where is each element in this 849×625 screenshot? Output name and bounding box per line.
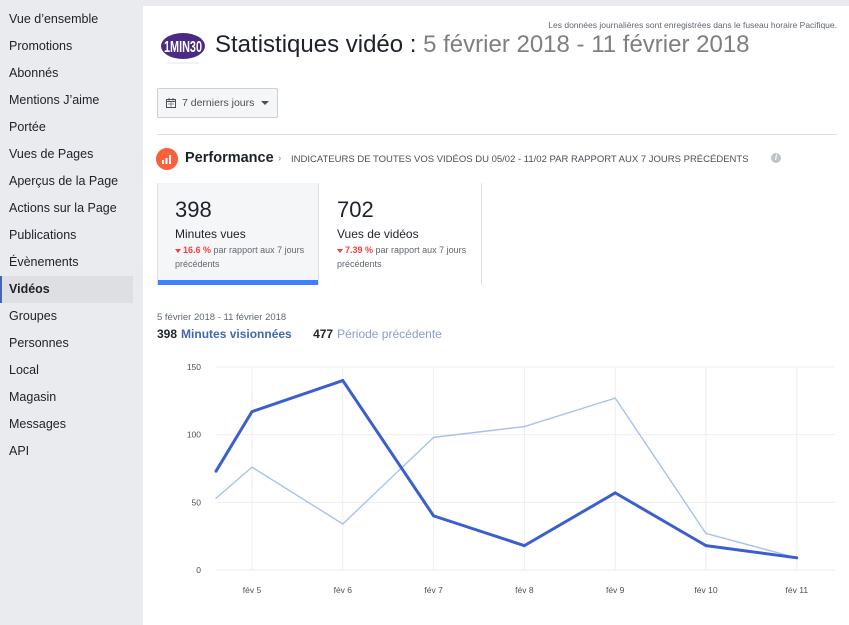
current-period-line-point[interactable] [700, 540, 712, 552]
current-period-line-segment [214, 410, 254, 473]
sidebar-item[interactable]: Publications [0, 222, 133, 249]
main-panel: Les données journalières sont enregistré… [143, 6, 849, 625]
sidebar-item[interactable]: API [0, 438, 133, 465]
current-period-line-segment [704, 544, 799, 560]
x-tick-label: fév 10 [694, 585, 717, 595]
line-chart: 0 50 100 150 fév 5 fév 6 fév 7 fév 8 fév 9 fév 10… [187, 362, 835, 595]
previous-period-line-segment [705, 532, 798, 559]
sidebar-item[interactable]: Vues de Pages [0, 141, 133, 168]
previous-period-line [215, 392, 798, 559]
x-tick-label: fév 7 [424, 585, 443, 595]
y-tick-label: 100 [187, 430, 201, 440]
sidebar-item[interactable]: Actions sur la Page [0, 195, 133, 222]
sidebar-item[interactable]: Local [0, 357, 133, 384]
current-period-line-segment [522, 491, 617, 548]
sidebar-item[interactable]: Portée [0, 114, 133, 141]
sidebar-item[interactable]: Messages [0, 411, 133, 438]
previous-period-line-point[interactable] [518, 421, 530, 433]
sidebar-item[interactable]: Évènements [0, 249, 133, 276]
sidebar-nav: Vue d’ensemble Promotions Abonnés Mentions … [0, 0, 143, 625]
previous-period-line-point[interactable] [609, 392, 621, 404]
y-tick-label: 150 [187, 362, 201, 372]
x-tick-label: fév 9 [606, 585, 625, 595]
current-period-line-segment [432, 514, 526, 548]
x-tick-label: fév 6 [334, 585, 353, 595]
previous-period-line-point[interactable] [700, 527, 712, 539]
sidebar-item[interactable]: Aperçus de la Page [0, 168, 133, 195]
current-period-line-point[interactable] [428, 510, 440, 522]
previous-period-line-point[interactable] [428, 431, 440, 443]
previous-period-line-segment [251, 466, 344, 525]
current-period-line-point[interactable] [791, 552, 803, 564]
y-tick-label: 50 [192, 497, 202, 507]
current-period-line-point[interactable] [518, 540, 530, 552]
sidebar-item[interactable]: Groupes [0, 303, 133, 330]
previous-period-line-segment [614, 397, 707, 535]
current-period-line-segment [250, 379, 345, 414]
sidebar-item[interactable]: Promotions [0, 33, 133, 60]
sidebar-item[interactable]: Vue d’ensemble [0, 6, 133, 33]
previous-period-line-segment [523, 397, 616, 428]
x-tick-label: fév 5 [243, 585, 262, 595]
current-period-line-point[interactable] [246, 406, 258, 418]
current-period-line-point[interactable] [337, 375, 349, 387]
x-tick-label: fév 8 [515, 585, 534, 595]
current-period-line-segment [613, 491, 708, 548]
previous-period-line-point[interactable] [246, 461, 258, 473]
x-tick-label: fév 11 [786, 585, 809, 595]
previous-period-line-point[interactable] [337, 518, 349, 530]
sidebar-item[interactable]: Mentions J’aime [0, 87, 133, 114]
previous-period-line-segment [432, 425, 526, 439]
sidebar-item[interactable]: Magasin [0, 384, 133, 411]
current-period-line-point[interactable] [609, 487, 621, 499]
current-period-line-segment [341, 379, 436, 518]
sidebar-item[interactable]: Abonnés [0, 60, 133, 87]
sidebar-item[interactable]: Personnes [0, 330, 133, 357]
previous-period-line-segment [215, 466, 253, 499]
sidebar-item[interactable]: Vidéos [0, 276, 133, 303]
y-tick-label: 0 [196, 565, 201, 575]
